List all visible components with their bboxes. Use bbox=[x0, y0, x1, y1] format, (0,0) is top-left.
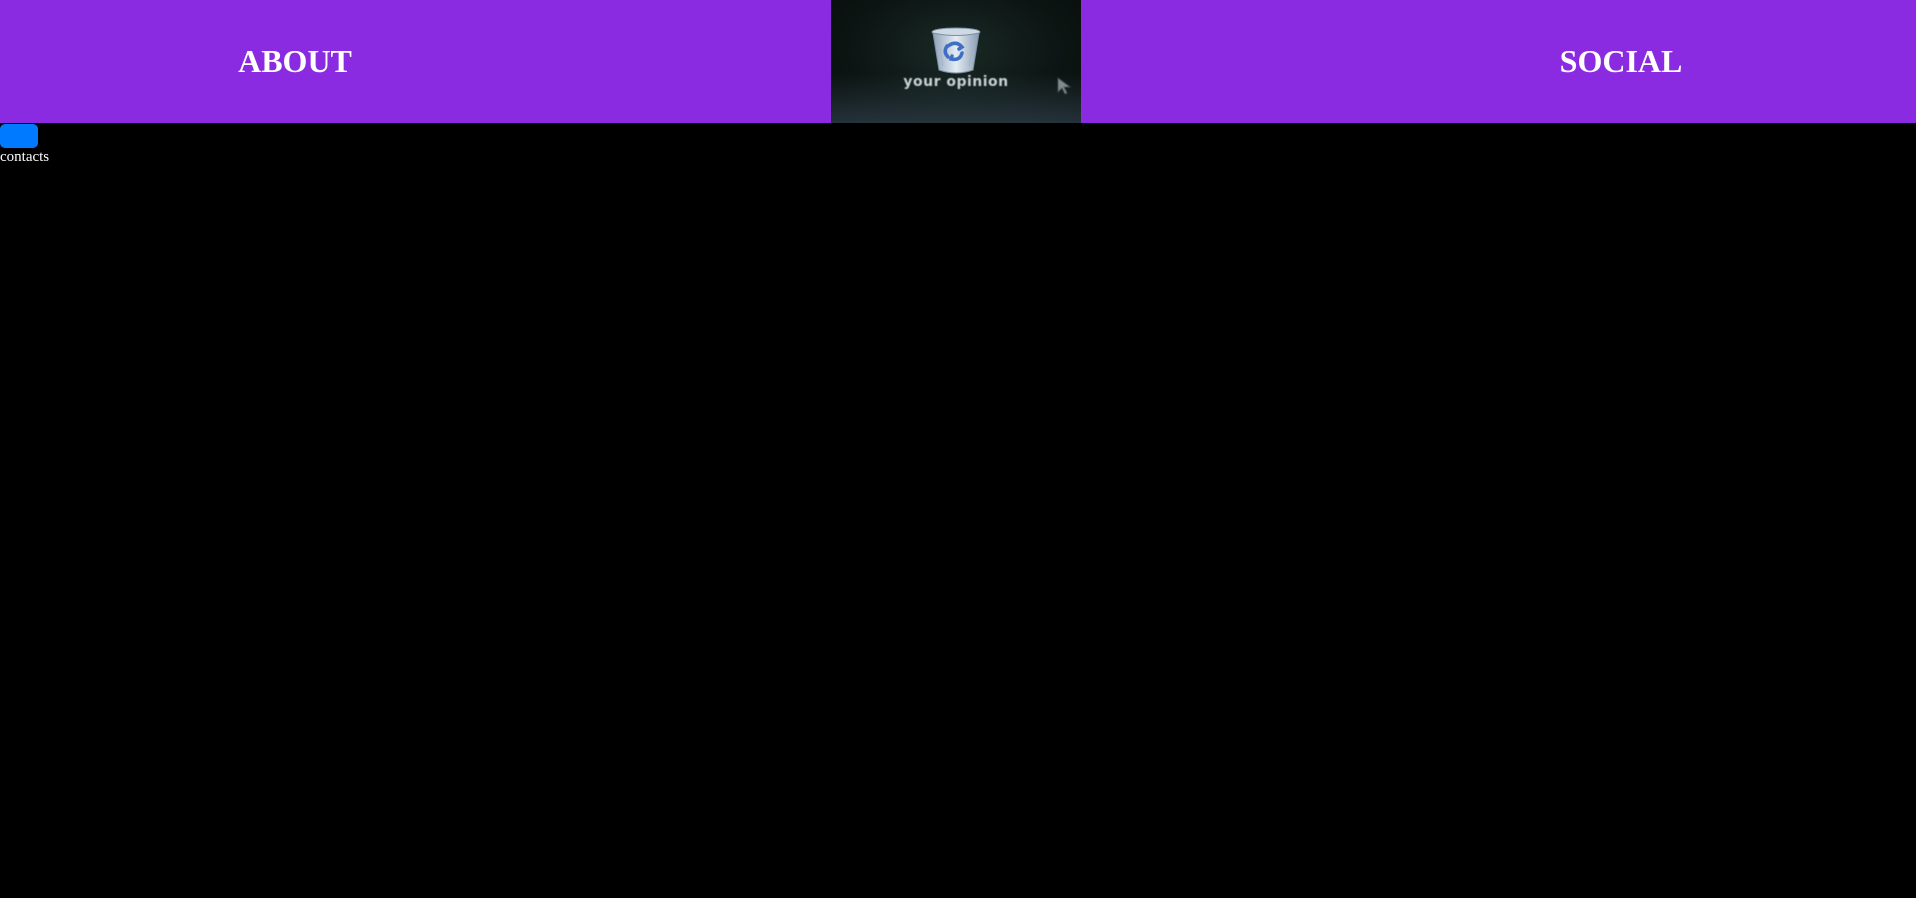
recycle-bin-icon bbox=[931, 27, 981, 74]
header-bar: ABOUT your opinion SOCIAL bbox=[0, 0, 1916, 123]
contacts-label: contacts bbox=[0, 149, 50, 165]
contacts-button[interactable] bbox=[0, 124, 38, 148]
opinion-image[interactable]: your opinion bbox=[831, 0, 1081, 123]
cursor-arrow-icon bbox=[1057, 77, 1072, 95]
nav-about-link[interactable]: ABOUT bbox=[0, 0, 590, 123]
nav-social-link[interactable]: SOCIAL bbox=[1081, 0, 1916, 123]
image-caption: your opinion bbox=[903, 74, 1009, 90]
